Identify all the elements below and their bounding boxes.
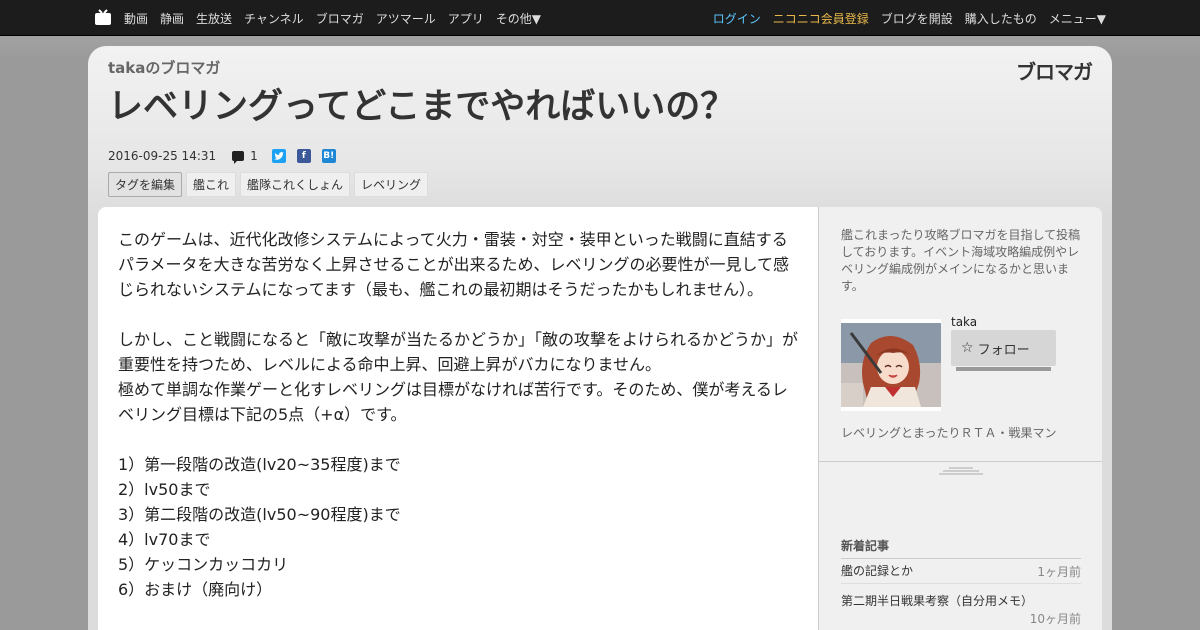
nav-item-atsumaru[interactable]: アツマール [376,10,436,27]
register-link[interactable]: ニコニコ会員登録 [773,10,869,27]
article-paragraph: しかし、こと戦闘になると「敵に攻撃が当たるかどうか」「敵の攻撃をよけられるかどう… [118,330,799,374]
nav-item-video[interactable]: 動画 [124,10,148,27]
recent-article-age: 10ヶ月前 [1029,612,1081,626]
global-nav-right: ログイン ニコニコ会員登録 ブログを開設 購入したもの メニュー▼ [701,0,1106,36]
tag-item[interactable]: 艦これ [186,172,237,197]
nav-item-blomaga[interactable]: ブロマガ [316,10,364,27]
recent-article-title[interactable]: 第二期半日戦果考察（自分用メモ） [841,594,1033,608]
article-list-item: 3）第二段階の改造(lv50~90程度)まで [118,505,401,524]
article-list-item: 2）lv50まで [118,480,211,499]
collapse-handle-icon[interactable] [939,467,983,477]
recent-articles-heading: 新着記事 [841,537,1081,559]
menu-dropdown[interactable]: メニュー▼ [1049,10,1106,27]
sidebar: 艦これまったり攻略ブロマガを目指して投稿しております。イベント海域攻略編成例やレ… [818,207,1102,630]
avatar[interactable] [841,319,941,411]
comment-count[interactable]: 1 [250,149,258,163]
avatar-image [841,323,941,407]
nav-item-seiga[interactable]: 静画 [160,10,184,27]
purchased-link[interactable]: 購入したもの [965,10,1037,27]
recent-divider [841,583,1081,584]
tag-item[interactable]: レベリング [354,172,429,197]
facebook-icon[interactable]: f [296,149,311,163]
follow-button-shadow [956,367,1051,371]
follow-label: フォロー [977,342,1030,358]
open-blog-link[interactable]: ブログを開設 [881,10,953,27]
edit-tags-button[interactable]: タグを編集 [108,172,183,197]
tag-list: タグを編集 艦これ 艦隊これくしょん レベリング [108,172,432,197]
publish-date: 2016-09-25 14:31 [108,149,217,163]
recent-article-item[interactable]: 艦の記録とか 1ヶ月前 [841,562,1081,579]
article-title: レベリングってどこまでやればいいの？ [108,87,736,127]
article-meta: 2016-09-25 14:31 1 f B! [108,148,347,164]
blog-description: 艦これまったり攻略ブロマガを目指して投稿しております。イベント海域攻略編成例やレ… [841,228,1081,293]
article-list-item: 4）lv70まで [118,530,211,549]
article-list-item: 1）第一段階の改造(lv20~35程度)まで [118,455,401,474]
recent-article-title[interactable]: 艦の記録とか [841,564,913,578]
recent-article-age: 1ヶ月前 [1037,565,1081,579]
follow-button[interactable]: ☆ フォロー [951,330,1056,366]
recent-article-item[interactable]: 第二期半日戦果考察（自分用メモ） 10ヶ月前 [841,592,1081,626]
nav-item-others[interactable]: その他▼ [496,10,541,27]
blog-name-link[interactable]: takaのブロマガ [108,57,220,78]
hatena-bookmark-icon[interactable]: B! [321,149,336,163]
article-body: このゲームは、近代化改修システムによって火力・雷装・対空・装甲といった戦闘に直結… [98,207,818,630]
blomaga-logo[interactable]: ブロマガ [1016,56,1093,85]
article-list-item: 5）ケッコンカッコカリ [118,555,289,574]
niconico-tv-logo-icon[interactable] [94,8,112,26]
comment-icon [232,151,245,164]
star-icon: ☆ [961,340,974,356]
global-nav-left: 動画 静画 生放送 チャンネル ブロマガ アツマール アプリ その他▼ [124,0,553,36]
tag-item[interactable]: 艦隊これくしょん [240,172,351,197]
login-link[interactable]: ログイン [713,10,761,27]
sidebar-divider [819,461,1102,462]
author-tagline: レベリングとまったりＲＴＡ・戦果マン [841,426,1057,440]
nav-item-app[interactable]: アプリ [448,10,484,27]
article-paragraph: このゲームは、近代化改修システムによって火力・雷装・対空・装甲といった戦闘に直結… [118,230,790,299]
author-name-link[interactable]: taka [951,315,977,329]
article-list-item: 6）おまけ（廃向け） [118,580,273,599]
article-paragraph: 極めて単調な作業ゲーと化すレベリングは目標がなければ苦行です。そのため、僕が考え… [118,380,788,424]
global-nav-bar: 動画 静画 生放送 チャンネル ブロマガ アツマール アプリ その他▼ ログイン… [0,0,1200,36]
nav-item-live[interactable]: 生放送 [196,10,232,27]
nav-item-channel[interactable]: チャンネル [244,10,304,27]
twitter-icon[interactable] [271,149,286,163]
